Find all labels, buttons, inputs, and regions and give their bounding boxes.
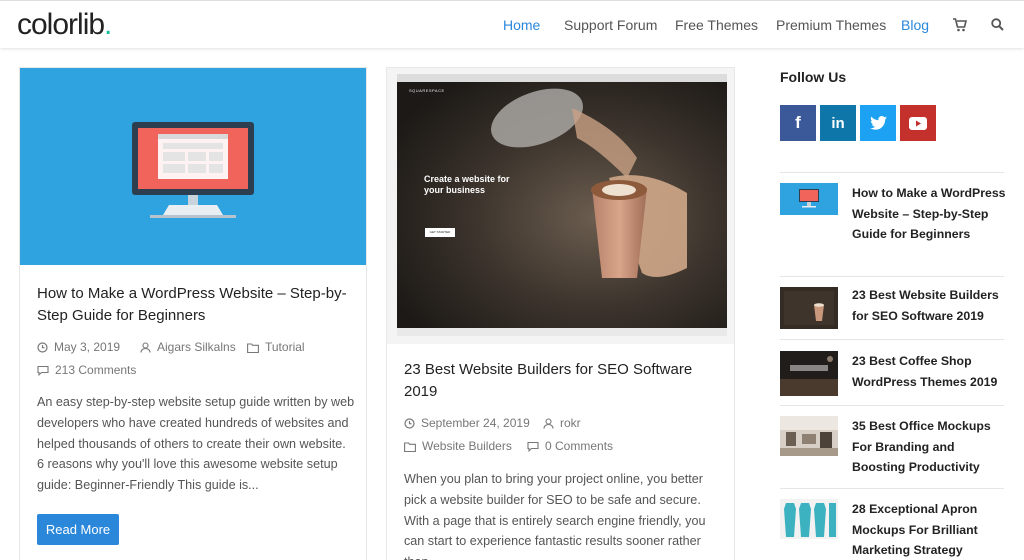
post-date: May 3, 2019 (37, 340, 120, 354)
office-image (780, 416, 838, 456)
post-comments-text[interactable]: 0 Comments (545, 439, 613, 453)
thumb-hero-line: your business (424, 185, 486, 195)
site-header: colorlib. Home Support Forum Free Themes… (0, 0, 1024, 48)
post-comments: 0 Comments (527, 439, 613, 453)
sidebar-post-thumbnail[interactable] (780, 499, 838, 539)
facebook-button[interactable]: f (780, 105, 816, 141)
main-nav: Home Support Forum Free Themes Premium T… (0, 17, 1024, 35)
post-thumbnail[interactable]: SQUARESPACE Create a website for your bu… (387, 68, 734, 344)
folder-icon (404, 442, 416, 453)
post-title[interactable]: How to Make a WordPress Website – Step-b… (37, 283, 357, 327)
post-category: Website Builders (404, 439, 512, 453)
post-category-text[interactable]: Tutorial (265, 340, 305, 354)
read-more-button[interactable]: Read More (37, 514, 119, 545)
post-category: Tutorial (247, 340, 305, 354)
post-comments-text[interactable]: 213 Comments (55, 363, 136, 377)
post-author: rokr (543, 416, 581, 430)
comment-icon (37, 365, 49, 377)
thumb-hero-line: Create a website for (424, 174, 510, 184)
post-title[interactable]: 23 Best Website Builders for SEO Softwar… (404, 359, 724, 403)
sidebar-post-link[interactable]: How to Make a WordPress Website – Step-b… (852, 183, 1007, 245)
nav-support-forum[interactable]: Support Forum (564, 17, 657, 33)
sidebar-divider (780, 172, 1004, 173)
sidebar-post-link[interactable]: 23 Best Coffee Shop WordPress Themes 201… (852, 351, 1007, 392)
clock-icon (404, 418, 415, 429)
post-date: September 24, 2019 (404, 416, 530, 430)
post-thumbnail[interactable] (20, 68, 366, 265)
post-author-text[interactable]: rokr (560, 416, 581, 430)
search-icon[interactable] (991, 18, 1004, 36)
post-author-text[interactable]: Aigars Silkalns (157, 340, 236, 354)
sidebar-post-link[interactable]: 35 Best Office Mockups For Branding and … (852, 416, 1007, 478)
sidebar-post-thumbnail[interactable] (780, 287, 838, 329)
post-excerpt: When you plan to bring your project onli… (404, 472, 706, 560)
user-icon (543, 418, 554, 429)
post-author: Aigars Silkalns (140, 340, 236, 354)
facebook-icon: f (795, 113, 801, 132)
squarespace-brand: SQUARESPACE (409, 88, 445, 93)
twitter-icon (869, 116, 887, 130)
cart-icon[interactable] (953, 18, 968, 37)
website-screenshot-image (397, 74, 727, 336)
user-icon (140, 342, 151, 353)
coffee-shop-image (780, 351, 838, 396)
youtube-button[interactable] (900, 105, 936, 141)
post-card: SQUARESPACE Create a website for your bu… (386, 67, 735, 560)
apron-mockup-image (780, 499, 838, 539)
nav-free-themes[interactable]: Free Themes (675, 17, 758, 33)
post-date-text: May 3, 2019 (54, 340, 121, 354)
sidebar-divider (780, 405, 1004, 406)
sidebar-post-thumbnail[interactable] (780, 416, 838, 456)
thumb-cta: GET STARTED (425, 228, 455, 237)
post-category-text[interactable]: Website Builders (422, 439, 512, 453)
folder-icon (247, 343, 259, 354)
coffee-cup-image (780, 287, 838, 329)
linkedin-button[interactable]: in (820, 105, 856, 141)
post-comments: 213 Comments (37, 363, 136, 377)
nav-home[interactable]: Home (503, 17, 540, 33)
sidebar-divider (780, 339, 1004, 340)
post-card: How to Make a WordPress Website – Step-b… (19, 67, 367, 560)
post-date-text: September 24, 2019 (421, 416, 530, 430)
youtube-icon (909, 116, 927, 130)
sidebar-divider (780, 488, 1004, 489)
nav-blog[interactable]: Blog (901, 17, 929, 33)
sidebar-post-link[interactable]: 23 Best Website Builders for SEO Softwar… (852, 285, 1007, 326)
monitor-illustration (799, 189, 819, 208)
linkedin-icon: in (831, 114, 845, 132)
twitter-button[interactable] (860, 105, 896, 141)
thumb-hero-heading: Create a website for your business (424, 174, 510, 196)
sidebar-divider (780, 276, 1004, 277)
follow-us-heading: Follow Us (780, 69, 847, 85)
sidebar-post-thumbnail[interactable] (780, 351, 838, 396)
comment-icon (527, 441, 539, 453)
monitor-illustration (132, 122, 254, 218)
sidebar-post-thumbnail[interactable] (780, 183, 838, 215)
sidebar-post-link[interactable]: 28 Exceptional Apron Mockups For Brillia… (852, 499, 1007, 560)
post-excerpt: An easy step-by-step website setup guide… (37, 395, 355, 493)
clock-icon (37, 342, 48, 353)
nav-premium-themes[interactable]: Premium Themes (776, 17, 886, 33)
